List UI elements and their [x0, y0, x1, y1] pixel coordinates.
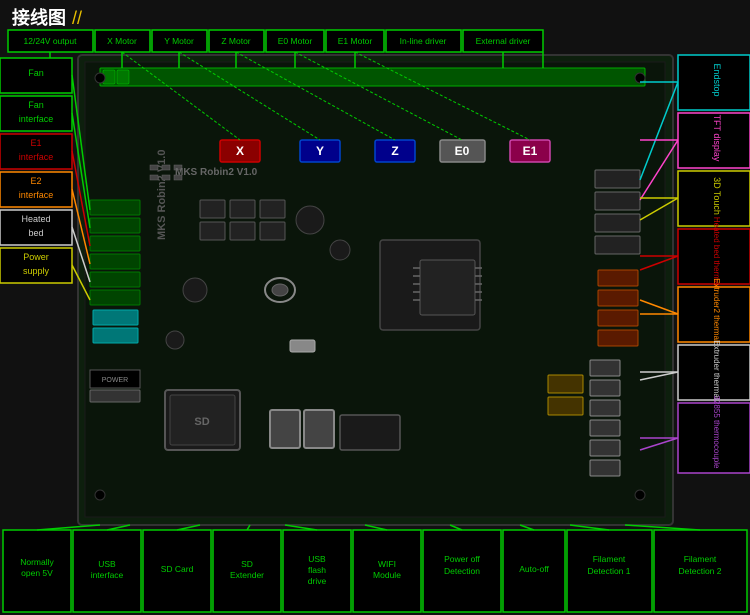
svg-text:Filament: Filament [684, 554, 717, 564]
svg-text:Extender: Extender [230, 570, 264, 580]
svg-text:12/24V output: 12/24V output [24, 36, 78, 46]
svg-text:E1: E1 [30, 138, 41, 148]
svg-text:POWER: POWER [102, 377, 128, 384]
svg-text:interface: interface [19, 190, 54, 200]
svg-text:External driver: External driver [476, 36, 531, 46]
svg-text:Detection: Detection [444, 566, 480, 576]
svg-text:Extruder2 thermal: Extruder2 thermal [712, 278, 721, 342]
svg-text:Heated bed thermal: Heated bed thermal [712, 217, 721, 287]
svg-text:E1: E1 [523, 144, 538, 158]
svg-text:drive: drive [308, 576, 327, 586]
svg-text:Auto-off: Auto-off [519, 564, 549, 574]
svg-text:MKS Robin2 V1.0: MKS Robin2 V1.0 [175, 167, 258, 178]
svg-text:Normally: Normally [20, 557, 54, 567]
svg-text:X Motor: X Motor [107, 36, 137, 46]
svg-text:E2: E2 [30, 176, 41, 186]
svg-text:SD: SD [241, 559, 253, 569]
svg-text:bed: bed [28, 228, 43, 238]
wiring-diagram: 接线图 // 12/24V output X Motor Y Motor Z M… [0, 0, 750, 615]
svg-text:Filament: Filament [593, 554, 626, 564]
svg-text:Heated: Heated [21, 214, 50, 224]
svg-text:Z: Z [391, 144, 398, 158]
svg-text:SD Card: SD Card [161, 564, 194, 574]
svg-text:E0: E0 [455, 144, 470, 158]
svg-text:X: X [236, 144, 244, 158]
svg-text:USB: USB [308, 554, 326, 564]
svg-text:interface: interface [19, 152, 54, 162]
svg-text:interface: interface [19, 114, 54, 124]
svg-text:接线图: 接线图 [12, 7, 66, 28]
svg-text:3D Touch: 3D Touch [712, 177, 722, 215]
svg-text:Detection 2: Detection 2 [679, 566, 722, 576]
svg-text:Y: Y [316, 144, 324, 158]
svg-text:Z Motor: Z Motor [221, 36, 250, 46]
svg-text:E0 Motor: E0 Motor [278, 36, 313, 46]
svg-text:WIFI: WIFI [378, 559, 396, 569]
svg-text:USB: USB [98, 559, 116, 569]
svg-text:E1 Motor: E1 Motor [338, 36, 373, 46]
svg-text:Fan: Fan [28, 68, 44, 78]
svg-text:Power off: Power off [444, 554, 480, 564]
svg-text:supply: supply [23, 266, 50, 276]
svg-text:TFT display: TFT display [712, 115, 722, 162]
svg-text://: // [72, 8, 82, 28]
svg-text:Y Motor: Y Motor [164, 36, 194, 46]
svg-text:Fan: Fan [28, 100, 44, 110]
svg-text:Endstop: Endstop [712, 63, 722, 96]
svg-text:Module: Module [373, 570, 401, 580]
svg-text:In-line driver: In-line driver [400, 36, 447, 46]
svg-text:32855 thermocouple: 32855 thermocouple [712, 396, 721, 469]
svg-text:Power: Power [23, 252, 49, 262]
svg-text:flash: flash [308, 565, 326, 575]
svg-text:open 5V: open 5V [21, 568, 53, 578]
svg-text:Extruder thermal: Extruder thermal [712, 340, 721, 399]
svg-text:SD: SD [194, 416, 209, 428]
svg-text:interface: interface [91, 570, 124, 580]
svg-text:Detection 1: Detection 1 [588, 566, 631, 576]
svg-text:MKS Robin2 V1.0: MKS Robin2 V1.0 [156, 150, 168, 240]
